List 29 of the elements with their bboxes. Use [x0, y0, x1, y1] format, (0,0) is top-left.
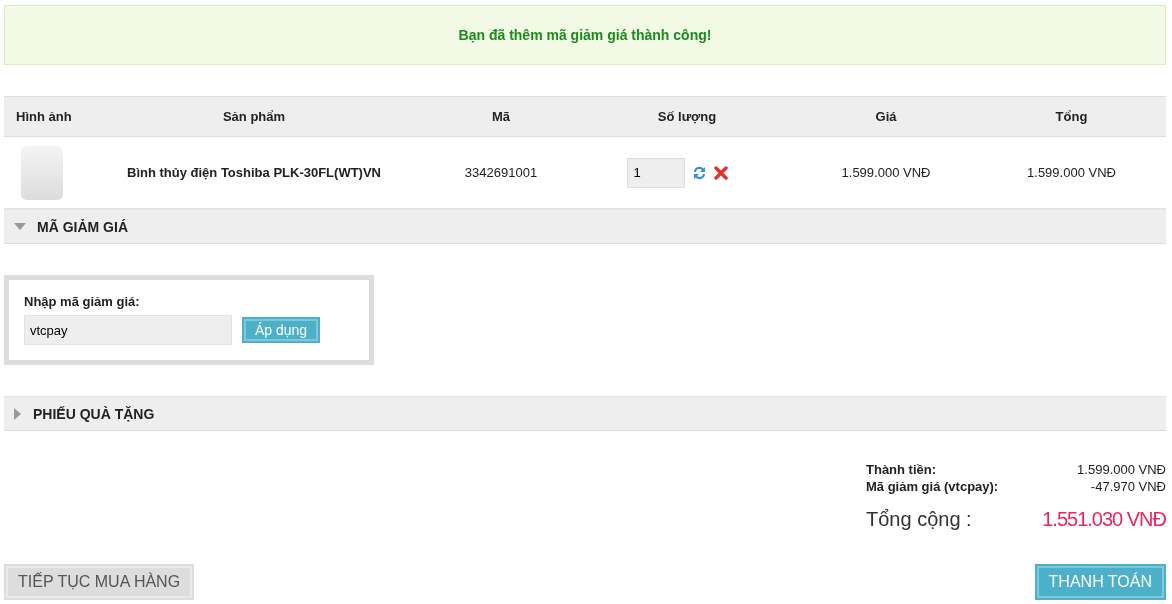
- caret-down-icon[interactable]: [14, 222, 26, 231]
- alert-message: Bạn đã thêm mã giảm giá thành công!: [458, 27, 712, 43]
- coupon-label: Nhập mã giảm giá:: [24, 294, 141, 309]
- product-code: 3342691001: [463, 165, 539, 180]
- product-photo-placeholder: [21, 145, 63, 200]
- column-header: Hình ảnh: [15, 109, 73, 124]
- summary-value: -47.970 VNĐ: [1089, 479, 1166, 494]
- coupon-field[interactable]: vtcpay: [24, 315, 232, 345]
- summary-value: 1.599.000 VNĐ: [1076, 462, 1166, 477]
- column-header: Tổng: [1054, 109, 1089, 124]
- price: 1.599.000 VNĐ: [840, 165, 932, 180]
- caret-right-icon[interactable]: [14, 407, 22, 420]
- continue-shopping-button[interactable]: TIẾP TỤC MUA HÀNG: [4, 564, 195, 600]
- grand-total-value: 1.551.030 VNĐ: [1042, 508, 1166, 531]
- column-header: Giá: [874, 109, 898, 124]
- section-title: MÃ GIẢM GIÁ: [37, 218, 128, 235]
- column-header: Số lượng: [656, 109, 718, 124]
- product-name: Bình thủy điện Toshiba PLK-30FL(WT)VN: [126, 165, 382, 180]
- section-title: PHIẾU QUÀ TẶNG: [33, 405, 155, 422]
- grand-total-label: Tổng cộng :: [866, 508, 973, 531]
- section-header[interactable]: MÃ GIẢM GIÁ: [4, 209, 1166, 244]
- section-header[interactable]: PHIẾU QUÀ TẶNG: [4, 396, 1166, 431]
- column-header: Sản phẩm: [221, 109, 287, 124]
- quantity-field[interactable]: 1: [626, 157, 685, 188]
- column-header: Mã: [490, 109, 512, 124]
- summary-label: Thành tiền:: [866, 462, 938, 477]
- line-total: 1.599.000 VNĐ: [1026, 165, 1117, 180]
- summary-label: Mã giảm giá (vtcpay):: [866, 479, 1000, 494]
- delete-icon[interactable]: [713, 165, 728, 180]
